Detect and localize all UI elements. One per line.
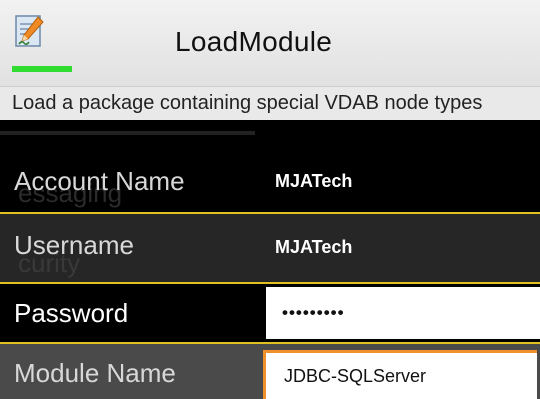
- username-value: MJATech: [275, 237, 353, 257]
- progress-indicator: [12, 66, 72, 72]
- module-name-label: Module Name: [14, 358, 176, 388]
- account-name-value: MJATech: [275, 171, 353, 191]
- password-field[interactable]: [266, 287, 540, 339]
- account-name-label: Account Name: [14, 166, 185, 196]
- account-name-row: Account Name MJATech: [0, 150, 540, 212]
- title-bar: LoadModule: [0, 0, 540, 86]
- description-text: Load a package containing special VDAB n…: [12, 92, 483, 114]
- username-row: Username MJATech: [0, 214, 540, 282]
- password-input[interactable]: [266, 287, 540, 339]
- background-divider: [0, 131, 255, 135]
- module-name-field[interactable]: [263, 350, 537, 399]
- description-bar: Load a package containing special VDAB n…: [0, 86, 540, 120]
- page-title: LoadModule: [175, 26, 333, 57]
- module-name-input[interactable]: [266, 353, 537, 399]
- password-label: Password: [14, 298, 129, 328]
- edit-document-icon: [15, 15, 44, 47]
- username-label: Username: [14, 230, 134, 260]
